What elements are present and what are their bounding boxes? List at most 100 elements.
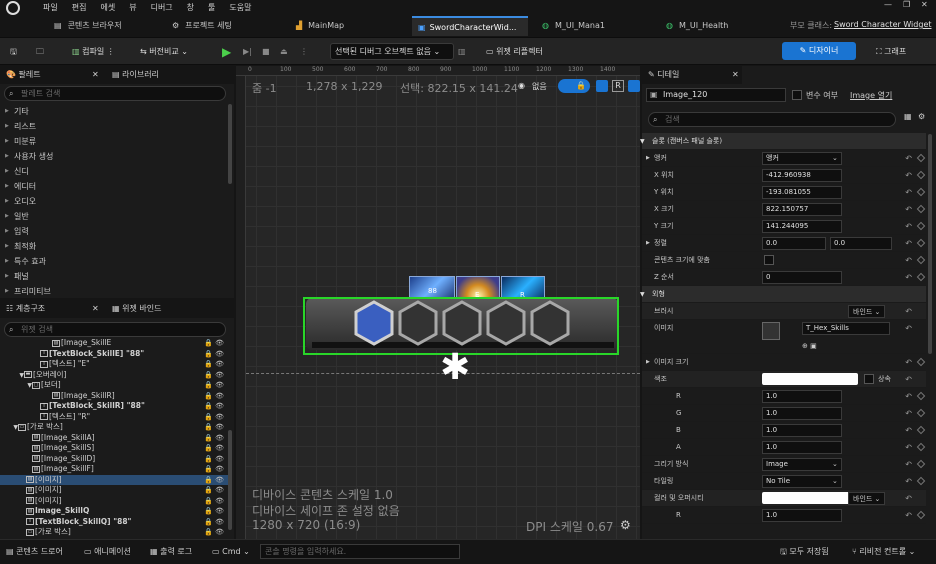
reset-to-default-icon[interactable]: ↶ (905, 201, 912, 218)
details-property-row[interactable]: B 1.0 ↶ (642, 422, 926, 439)
reset-to-default-icon[interactable]: ↶ (905, 235, 912, 252)
property-dropdown[interactable]: Image (762, 458, 842, 471)
lock-toggle[interactable]: 🔒 (558, 79, 590, 93)
bind-dropdown[interactable]: 바인드 ⌄ (848, 492, 886, 505)
reset-to-default-icon[interactable]: ↶ (905, 184, 912, 201)
menu-item[interactable]: 파일 (36, 0, 65, 16)
tab-sword-character-widget[interactable]: ▣ SwordCharacterWid... (412, 16, 528, 36)
lock-visibility-icons[interactable]: 🔒 👁 (204, 527, 224, 537)
reset-to-default-icon[interactable]: ↶ (905, 371, 912, 388)
reset-to-default-icon[interactable]: ↶ (905, 388, 912, 405)
hierarchy-row[interactable]: ▼ ▢ [보더] 🔒 👁 (0, 380, 232, 390)
property-checkbox[interactable] (764, 255, 774, 265)
lock-visibility-icons[interactable]: 🔒 👁 (204, 401, 224, 411)
stop-button[interactable]: ■ (262, 42, 270, 62)
asset-picker-dropdown[interactable]: T_Hex_Skills (802, 322, 890, 335)
property-value-input[interactable]: 1.0 (762, 390, 842, 403)
details-property-row[interactable]: Y 위치 -193.081055 ↶ (642, 184, 926, 201)
palette-category[interactable]: 입력 (0, 224, 228, 239)
property-value-input[interactable]: 141.244095 (762, 220, 842, 233)
keyframe-diamond-icon[interactable] (916, 357, 926, 367)
hierarchy-row[interactable]: ▨ [이미지] 🔒 👁 (0, 474, 232, 485)
keyframe-diamond-icon[interactable] (916, 476, 926, 486)
property-value-input[interactable]: 822.150757 (762, 203, 842, 216)
palette-category[interactable]: 오디오 (0, 194, 228, 209)
dpi-settings-icon[interactable]: ⚙ (620, 518, 631, 532)
save-all-button[interactable]: 🖫 모두 저장됨 (780, 544, 829, 560)
keyframe-diamond-icon[interactable] (916, 221, 926, 231)
lock-visibility-icons[interactable]: 🔒 👁 (204, 359, 224, 369)
lock-visibility-icons[interactable]: 🔒 👁 (204, 349, 224, 359)
reset-to-default-icon[interactable]: ↶ (905, 422, 912, 439)
bind-dropdown[interactable]: 바인드 ⌄ (848, 305, 886, 318)
palette-category[interactable]: 미분류 (0, 134, 228, 149)
details-property-row[interactable]: 이미지 T_Hex_Skills ⊕ ▣ ↶ (642, 320, 926, 354)
is-variable-checkbox[interactable] (792, 90, 802, 100)
palette-category[interactable]: 리스트 (0, 119, 228, 134)
details-search-input[interactable]: ⌕ 검색 (648, 112, 896, 127)
close-palette-icon[interactable]: ✕ (92, 66, 99, 84)
content-drawer-button[interactable]: ▤ 콘텐츠 드로어 (6, 544, 63, 560)
lock-visibility-icons[interactable]: 🔒 👁 (204, 433, 224, 443)
debug-object-dropdown[interactable]: 선택된 디버그 오브젝트 없음 ⌄ (330, 43, 454, 60)
property-value-input[interactable]: 1.0 (762, 509, 842, 522)
lock-visibility-icons[interactable]: 🔒 👁 (204, 475, 224, 485)
grid-toggle-icon[interactable] (628, 80, 640, 92)
hierarchy-row[interactable]: T [텍스트] "R" 🔒 👁 (0, 412, 232, 422)
open-image-link[interactable]: Image 열기 (850, 90, 892, 101)
keyframe-diamond-icon[interactable] (916, 204, 926, 214)
property-value-input[interactable]: 1.0 (762, 441, 842, 454)
lock-visibility-icons[interactable]: 🔒 👁 (204, 338, 224, 348)
property-value-input[interactable]: 1.0 (762, 407, 842, 420)
close-button[interactable]: ✕ (921, 0, 928, 9)
hierarchy-row[interactable]: ▨ [이미지] 🔒 👁 (0, 496, 232, 506)
details-property-row[interactable]: R 1.0 ↶ (642, 507, 926, 524)
debug-find-icon[interactable]: ▥ (458, 42, 466, 62)
palette-scrollbar[interactable] (228, 104, 232, 184)
tab-library[interactable]: ▤ 라이브러리 (112, 66, 159, 84)
designer-mode-button[interactable]: ✎ 디자이너 (782, 42, 856, 60)
keyframe-diamond-icon[interactable] (916, 153, 926, 163)
reset-to-default-icon[interactable]: ↶ (905, 473, 912, 490)
menu-item[interactable]: 에셋 (93, 0, 122, 16)
expand-caret-icon[interactable]: ▶ (646, 150, 650, 167)
details-section-header[interactable]: ▼ 슬롯 (캔버스 패널 슬롯) (640, 133, 926, 150)
animation-button[interactable]: ▭ 애니메이션 (84, 544, 131, 560)
keyframe-diamond-icon[interactable] (916, 170, 926, 180)
palette-category[interactable]: 패널 (0, 269, 228, 284)
palette-category[interactable]: 최적화 (0, 239, 228, 254)
collapse-caret-icon[interactable]: ▼ (640, 286, 645, 303)
globe-icon[interactable]: ◉ (518, 81, 525, 90)
lock-visibility-icons[interactable]: 🔒 👁 (204, 391, 224, 401)
expand-caret-icon[interactable]: ▶ (646, 354, 650, 371)
lock-visibility-icons[interactable]: 🔒 👁 (204, 506, 224, 516)
reset-to-default-icon[interactable]: ↶ (905, 269, 912, 286)
reset-to-default-icon[interactable]: ↶ (905, 320, 912, 337)
keyframe-diamond-icon[interactable] (916, 459, 926, 469)
hierarchy-row[interactable]: ▼ ▬ [오버레이] 🔒 👁 (0, 370, 232, 380)
property-value-input[interactable]: 0 (762, 271, 842, 284)
reset-to-default-icon[interactable]: ↶ (905, 167, 912, 184)
details-property-row[interactable]: 컬러 및 오퍼시티 바인드 ⌄ ↶ (642, 490, 926, 507)
table-view-icon[interactable]: ▦ (904, 112, 912, 121)
hierarchy-row[interactable]: ▨ [Image_SkillR] 🔒 👁 (0, 391, 232, 401)
lock-visibility-icons[interactable]: 🔒 👁 (204, 422, 224, 432)
color-swatch[interactable] (762, 492, 858, 504)
collapse-caret-icon[interactable]: ▼ (640, 133, 645, 150)
lock-visibility-icons[interactable]: 🔒 👁 (204, 454, 224, 464)
revision-control-button[interactable]: ⑂ 리비전 컨트롤 ⌄ (852, 544, 915, 560)
reset-to-default-icon[interactable]: ↶ (905, 218, 912, 235)
r-toggle[interactable]: R (612, 80, 624, 92)
tab-details[interactable]: 디테일 (657, 70, 679, 79)
details-section-header[interactable]: ▼ 외형 (640, 286, 926, 303)
step-button[interactable]: ▶| (243, 42, 252, 62)
tab-mainmap[interactable]: ▟ MainMap (290, 16, 408, 36)
lock-visibility-icons[interactable]: 🔒 👁 (204, 412, 224, 422)
details-property-row[interactable]: 그리기 방식 Image ⌄ ↶ (642, 456, 926, 473)
menu-item[interactable]: 뷰 (122, 0, 143, 16)
details-property-row[interactable]: A 1.0 ↶ (642, 439, 926, 456)
lock-visibility-icons[interactable]: 🔒 👁 (204, 517, 224, 527)
tab-project-settings[interactable]: ⚙ 프로젝트 세팅 (166, 16, 284, 36)
details-property-row[interactable]: 앵커 ▶ 앵커 ⌄ ↶ (642, 150, 926, 167)
output-log-button[interactable]: ▦ 출력 로그 (150, 544, 192, 560)
